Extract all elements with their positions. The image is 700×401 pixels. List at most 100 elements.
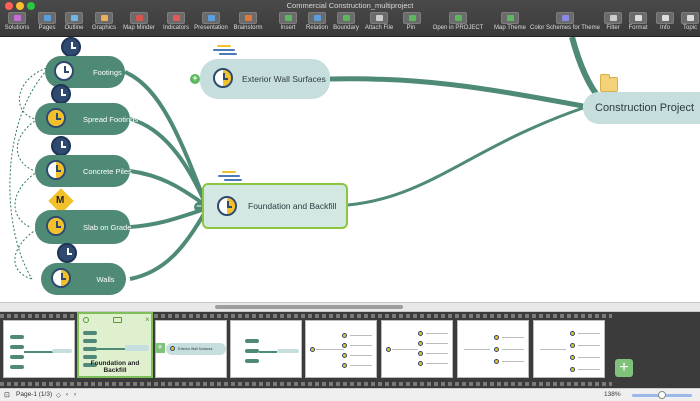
clock-icon: [61, 37, 81, 57]
boundary-icon: [337, 12, 355, 24]
subtopic-label: Spread Footings: [83, 114, 139, 124]
add-slide-button[interactable]: +: [615, 359, 633, 377]
clock-icon: [51, 84, 71, 104]
toolbar-map-theme-button[interactable]: Map Theme: [492, 12, 528, 31]
toolbar-map-minder-button[interactable]: Map Minder: [119, 12, 159, 31]
toolbar-label: Topic: [682, 25, 697, 31]
toolbar-presentation-button[interactable]: Presentation: [193, 12, 229, 31]
open-project-icon: [449, 12, 467, 24]
next-page-button[interactable]: ›: [74, 391, 76, 398]
toolbar-label: Relation: [305, 25, 328, 31]
zoom-slider-knob[interactable]: [658, 391, 666, 399]
topic-foundation-and-backfill[interactable]: Foundation and Backfill: [202, 183, 348, 229]
toolbar-label: Map Minder: [123, 25, 155, 31]
slide-thumbnail-selected[interactable]: × Foundation and Backfill: [77, 312, 153, 378]
toolbar-insert-button[interactable]: Insert: [276, 12, 300, 31]
toolbar-brainstorm-button[interactable]: Brainstorm: [231, 12, 265, 31]
slide-thumbnail-8[interactable]: [533, 320, 605, 378]
slide-thumbnail-4[interactable]: [230, 320, 302, 378]
slide-thumbnail-5[interactable]: [305, 320, 377, 378]
toolbar-pin-button[interactable]: Pin: [403, 12, 421, 31]
add-icon[interactable]: +: [155, 343, 165, 353]
window-chrome: Commercial Construction_multiproject Sol…: [0, 0, 700, 37]
toolbar-info-button[interactable]: Info: [655, 12, 675, 31]
toolbar-pages-button[interactable]: Pages: [35, 12, 59, 31]
toolbar-boundary-button[interactable]: Boundary: [331, 12, 361, 31]
zoom-level[interactable]: 138%: [604, 391, 621, 398]
toolbar-label: Indicators: [162, 25, 189, 31]
toolbar-label: Solutions: [4, 25, 30, 31]
folder-icon: [600, 74, 618, 92]
splitter-grip[interactable]: [215, 305, 403, 309]
prev-page-button[interactable]: ‹: [66, 391, 68, 398]
map-theme-icon: [501, 12, 519, 24]
film-edge: [0, 382, 612, 386]
slide-preview-label: Exterior Wall Surfaces: [178, 347, 213, 351]
central-topic-label: Construction Project: [595, 102, 695, 114]
subtopic-concrete-piles[interactable]: Concrete Piles: [35, 155, 132, 187]
expand-button[interactable]: +: [190, 74, 200, 84]
clock-icon: [51, 136, 71, 156]
toolbar-label: Color Schemes for Theme: [530, 25, 600, 31]
page-stepper-icon[interactable]: ◇: [56, 391, 61, 399]
milestone-label: M: [56, 195, 65, 206]
toolbar-format-button[interactable]: Format: [624, 12, 652, 31]
main-toolbar: Solutions Pages Outline Graphics Map Minder I…: [0, 12, 700, 36]
insert-icon: [279, 12, 297, 24]
slide-settings-icon[interactable]: [83, 317, 89, 323]
subtopic-spread-footings[interactable]: Spread Footings: [35, 103, 139, 135]
page-setup-icon[interactable]: ⊡: [4, 391, 10, 399]
toolbar-label: Info: [659, 25, 670, 31]
topic-label: Exterior Wall Surfaces: [242, 74, 326, 84]
slide-thumbnail-3[interactable]: + Exterior Wall Surfaces: [155, 320, 227, 378]
status-bar: ⊡ Page-1 (1/3) ◇ ‹ › 138%: [0, 388, 700, 401]
toolbar-label: Pin: [406, 25, 416, 31]
page-indicator[interactable]: Page-1 (1/3): [16, 391, 52, 398]
subtopic-slab-on-grade[interactable]: Slab on Grade: [35, 210, 131, 244]
indicators-icon: [167, 12, 185, 24]
toolbar-indicators-button[interactable]: Indicators: [160, 12, 192, 31]
slide-thumbnail-7[interactable]: [457, 320, 529, 378]
map-minder-icon: [130, 12, 148, 24]
toolbar-open-project-button[interactable]: Open in PROJECT: [431, 12, 485, 31]
panel-splitter[interactable]: [0, 302, 700, 312]
progress-clock-icon: [51, 268, 71, 288]
toolbar-color-schemes-button[interactable]: Color Schemes for Theme: [530, 12, 600, 31]
toolbar-graphics-button[interactable]: Graphics: [90, 12, 118, 31]
slide-thumbnail-1[interactable]: [3, 320, 75, 378]
toolbar-label: Map Theme: [494, 25, 526, 31]
subtopic-footings[interactable]: Footings: [45, 56, 125, 88]
subtopic-label: Concrete Piles: [83, 166, 132, 176]
close-slide-icon[interactable]: ×: [145, 315, 150, 324]
subtopic-walls[interactable]: Walls: [41, 263, 126, 295]
subtopic-label: Footings: [93, 67, 122, 77]
toolbar-label: Filter: [606, 25, 620, 31]
clock-icon: [57, 243, 77, 263]
link-slab: [129, 207, 206, 229]
subtopic-label: Walls: [96, 274, 115, 284]
zoom-slider[interactable]: [632, 391, 692, 399]
toolbar-label: Outline: [64, 25, 84, 31]
link-exterior: [329, 76, 584, 109]
toolbar-filter-button[interactable]: Filter: [602, 12, 624, 31]
slide-thumbnail-6[interactable]: [381, 320, 453, 378]
gantt-bar-icon: [213, 45, 239, 57]
outline-icon: [65, 12, 83, 24]
toolbar-solutions-button[interactable]: Solutions: [0, 12, 34, 31]
gantt-bar-icon: [218, 171, 244, 183]
toolbar-attach-file-button[interactable]: Attach File: [362, 12, 396, 31]
topic-exterior-wall-surfaces[interactable]: Exterior Wall Surfaces: [200, 59, 330, 99]
toolbar-topic-button[interactable]: Topic: [679, 12, 700, 31]
toolbar-label: Pages: [38, 25, 56, 31]
camera-icon[interactable]: [113, 317, 122, 323]
brainstorm-icon: [239, 12, 257, 24]
toolbar-outline-button[interactable]: Outline: [60, 12, 88, 31]
progress-clock-icon: [217, 196, 237, 216]
slide-caption: Foundation and Backfill: [90, 360, 140, 374]
progress-clock-icon: [46, 160, 66, 180]
title-bar: Commercial Construction_multiproject: [0, 0, 700, 12]
toolbar-relation-button[interactable]: Relation: [304, 12, 330, 31]
central-topic[interactable]: Construction Project: [583, 92, 700, 124]
toolbar-label: Insert: [280, 25, 296, 31]
mind-map-canvas[interactable]: Construction Project + Exterior Wall Sur…: [0, 37, 700, 302]
